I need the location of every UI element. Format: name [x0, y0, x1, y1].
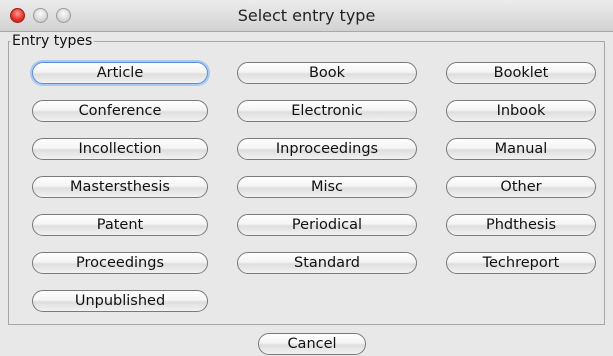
- entry-techreport-button[interactable]: Techreport: [446, 252, 596, 274]
- entry-unpublished-button[interactable]: Unpublished: [32, 290, 208, 312]
- entry-book-button[interactable]: Book: [237, 62, 417, 84]
- entry-proceedings-button[interactable]: Proceedings: [32, 252, 208, 274]
- entry-misc-button[interactable]: Misc: [237, 176, 417, 198]
- entry-periodical-button[interactable]: Periodical: [237, 214, 417, 236]
- entry-electronic-button[interactable]: Electronic: [237, 100, 417, 122]
- entry-standard-button[interactable]: Standard: [237, 252, 417, 274]
- cancel-button[interactable]: Cancel: [258, 333, 366, 355]
- title-bar[interactable]: Select entry type: [0, 0, 613, 32]
- entry-other-button[interactable]: Other: [446, 176, 596, 198]
- entry-patent-button[interactable]: Patent: [32, 214, 208, 236]
- entry-article-button[interactable]: Article: [32, 62, 208, 84]
- entry-inbook-button[interactable]: Inbook: [446, 100, 596, 122]
- entry-manual-button[interactable]: Manual: [446, 138, 596, 160]
- window-title: Select entry type: [237, 6, 376, 25]
- entry-inproceedings-button[interactable]: Inproceedings: [237, 138, 417, 160]
- entry-conference-button[interactable]: Conference: [32, 100, 208, 122]
- select-entry-type-dialog: Select entry type Entry types Article Bo…: [0, 0, 613, 356]
- entry-incollection-button[interactable]: Incollection: [32, 138, 208, 160]
- entry-booklet-button[interactable]: Booklet: [446, 62, 596, 84]
- entry-mastersthesis-button[interactable]: Mastersthesis: [32, 176, 208, 198]
- entry-phdthesis-button[interactable]: Phdthesis: [446, 214, 596, 236]
- entry-types-label: Entry types: [10, 33, 95, 49]
